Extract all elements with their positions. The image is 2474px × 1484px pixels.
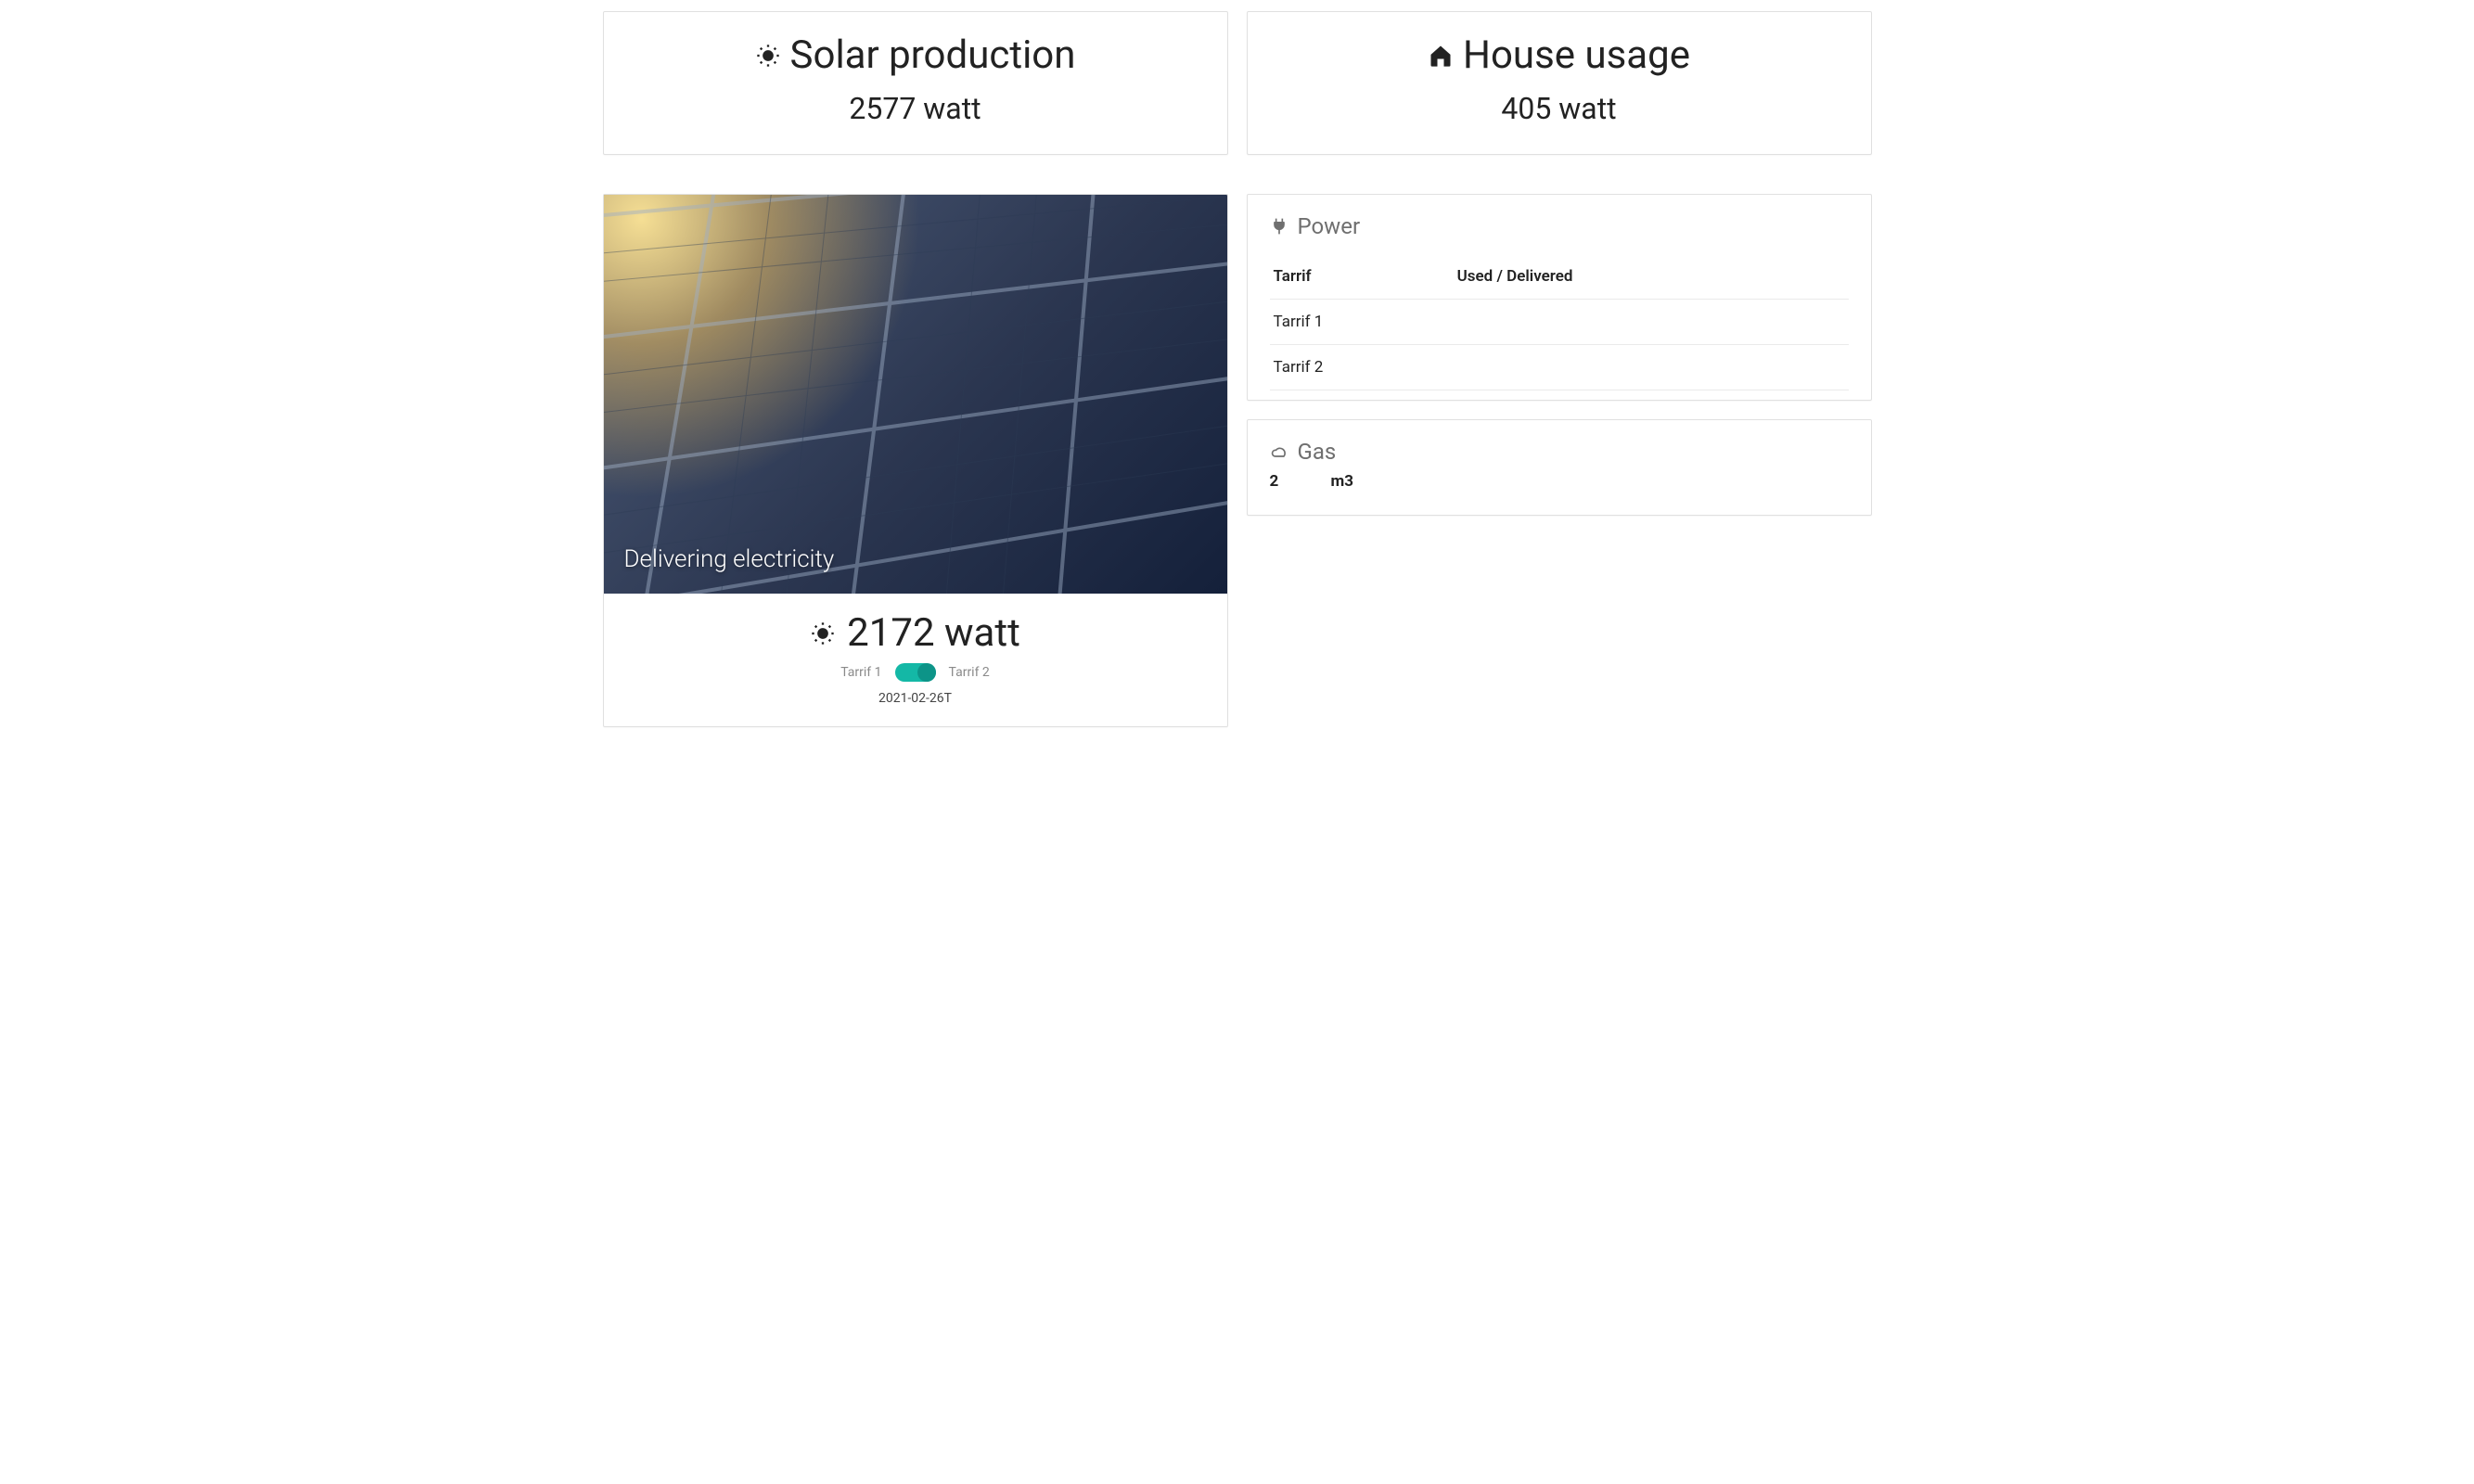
power-title-text: Power: [1298, 213, 1361, 239]
tarrif-switch[interactable]: [895, 663, 936, 682]
power-card: Power Tarrif Used / Delivered Tarrif 1 T…: [1247, 194, 1872, 401]
sun-icon: [810, 620, 836, 646]
power-row-1-value: [1454, 345, 1849, 390]
power-row-0-name: Tarrif 1: [1270, 300, 1454, 345]
power-row-0-value: [1454, 300, 1849, 345]
solar-panel-image: Delivering electricity: [604, 195, 1227, 594]
gas-card: Gas m3: [1247, 419, 1872, 516]
delivering-footer: 2172 watt Tarrif 1 Tarrif 2 2021-02-26T: [604, 594, 1227, 726]
power-table-header: Tarrif Used / Delivered: [1270, 254, 1849, 300]
tarrif-left-label: Tarrif 1: [840, 665, 881, 680]
gas-unit: m3: [1331, 472, 1353, 491]
delivering-card: Delivering electricity 2172 watt Tarrif …: [603, 194, 1228, 727]
power-title: Power: [1270, 213, 1849, 239]
tarrif-toggle: Tarrif 1 Tarrif 2: [613, 663, 1218, 682]
gas-value: m3: [1270, 472, 1353, 491]
delivering-value: 2172 watt: [847, 610, 1020, 656]
table-row: Tarrif 2: [1270, 345, 1849, 390]
house-title: House usage: [1257, 32, 1862, 78]
solar-value: 2577 watt: [613, 91, 1218, 126]
plug-icon: [1270, 217, 1288, 236]
delivering-value-row: 2172 watt: [613, 610, 1218, 656]
delivering-caption: Delivering electricity: [624, 545, 835, 573]
power-col-used: Used / Delivered: [1454, 254, 1849, 300]
power-table: Tarrif Used / Delivered Tarrif 1 Tarrif …: [1270, 254, 1849, 390]
gas-title-text: Gas: [1298, 439, 1337, 465]
solar-title-text: Solar production: [790, 32, 1076, 78]
gas-number-obscured: [1270, 472, 1322, 491]
power-row-1-name: Tarrif 2: [1270, 345, 1454, 390]
tarrif-right-label: Tarrif 2: [949, 665, 990, 680]
table-row: Tarrif 1: [1270, 300, 1849, 345]
sun-icon: [755, 43, 781, 69]
house-usage-card: House usage 405 watt: [1247, 11, 1872, 155]
tarrif-switch-slider: [895, 663, 936, 682]
solar-production-card: Solar production 2577 watt: [603, 11, 1228, 155]
house-title-text: House usage: [1463, 32, 1690, 78]
power-col-tarrif: Tarrif: [1270, 254, 1454, 300]
solar-title: Solar production: [613, 32, 1218, 78]
delivering-timestamp: 2021-02-26T: [613, 691, 1218, 706]
gas-title: Gas: [1270, 439, 1849, 465]
house-value: 405 watt: [1257, 91, 1862, 126]
cloud-icon: [1270, 442, 1288, 461]
house-icon: [1428, 43, 1454, 69]
